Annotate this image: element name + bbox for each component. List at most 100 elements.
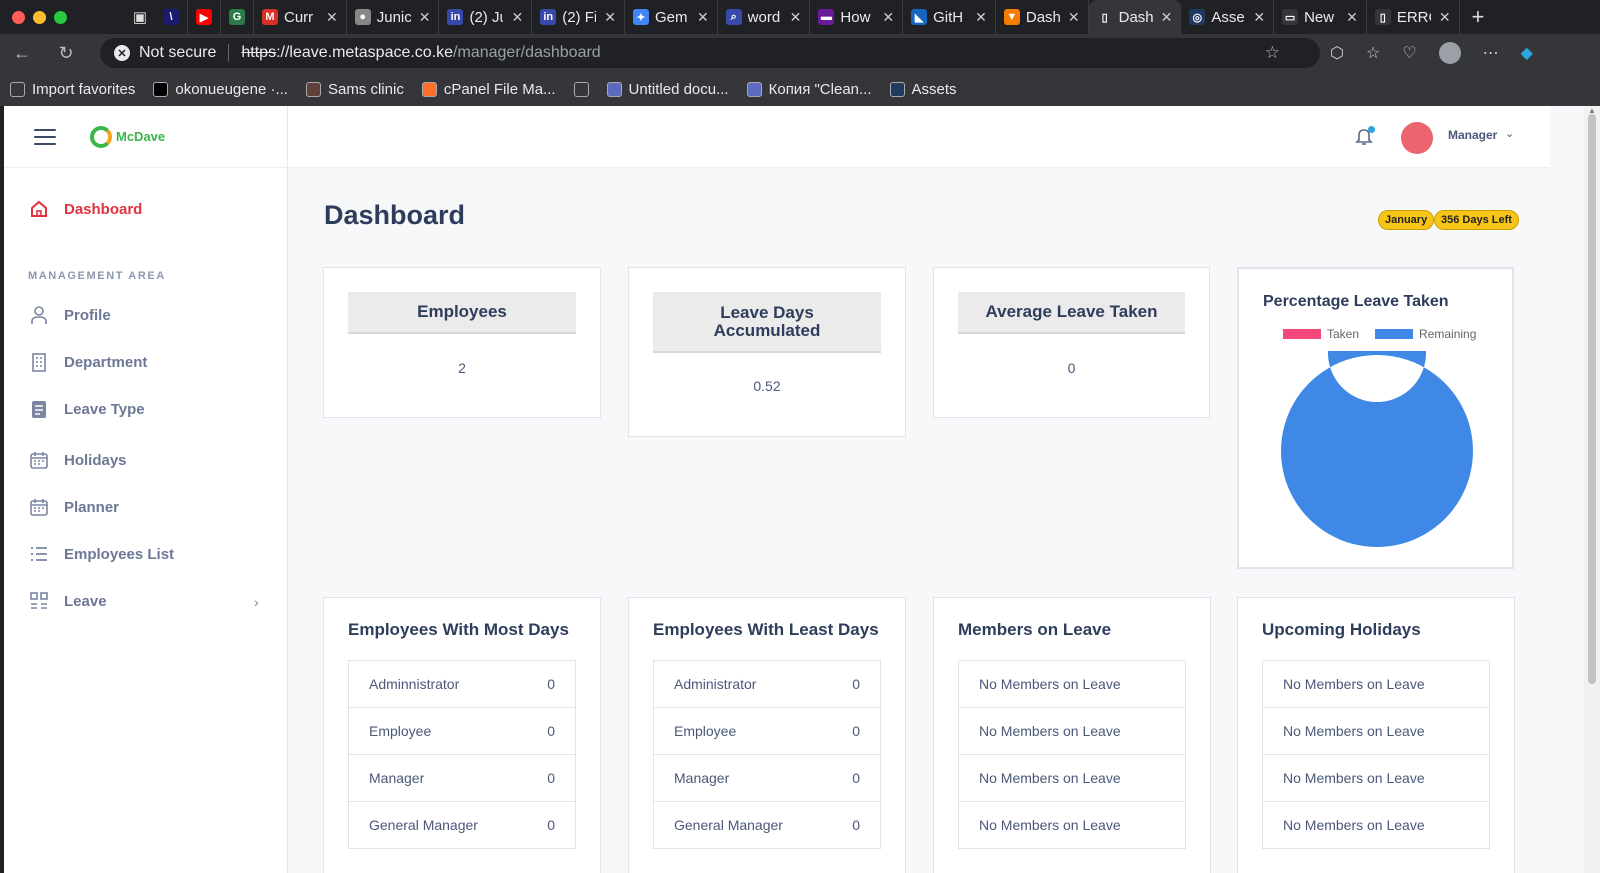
month-badge: January xyxy=(1378,210,1435,230)
copilot-icon[interactable]: ◆ xyxy=(1521,43,1533,63)
page-scrollbar[interactable]: ▲ xyxy=(1584,106,1600,873)
browser-tab[interactable]: G xyxy=(221,0,254,34)
profile-avatar[interactable] xyxy=(1438,42,1461,64)
minimize-window-button[interactable] xyxy=(33,10,46,24)
list-item: No Members on Leave xyxy=(1263,708,1489,755)
bookmark-item[interactable]: Import favorites xyxy=(10,81,135,98)
menu-toggle-icon[interactable] xyxy=(34,128,56,145)
brand-logo[interactable]: McDave xyxy=(90,125,166,148)
tab-close-icon[interactable]: ✕ xyxy=(790,9,802,26)
tab-close-icon[interactable]: ✕ xyxy=(1346,9,1358,26)
bookmark-item[interactable]: Sams clinic xyxy=(305,81,404,98)
bookmark-icon xyxy=(889,81,905,97)
not-secure-label[interactable]: Not secure xyxy=(139,44,216,62)
brand-name: McDave xyxy=(116,129,166,144)
back-button[interactable]: ← xyxy=(0,43,44,64)
tab-close-icon[interactable]: ✕ xyxy=(1161,9,1173,26)
bookmark-item[interactable]: okonueugene ·... xyxy=(153,81,288,98)
browser-tab[interactable]: ▶ xyxy=(188,0,221,34)
sidebar-item-label: Employees List xyxy=(64,545,175,563)
tab-close-icon[interactable]: ✕ xyxy=(419,9,431,26)
address-bar[interactable]: ✕ Not secure https://leave.metaspace.co.… xyxy=(100,38,1320,68)
sidebar-item-label: Holidays xyxy=(64,451,127,469)
browser-tab[interactable]: ▼ Dash ✕ xyxy=(996,0,1089,34)
bookmark-item[interactable] xyxy=(573,81,589,97)
list-item: No Members on Leave xyxy=(959,755,1185,802)
list-item: Employee 0 xyxy=(349,708,575,755)
browser-tab[interactable]: ⌕ word ✕ xyxy=(718,0,811,34)
tab-close-icon[interactable]: ✕ xyxy=(975,9,987,26)
user-avatar[interactable] xyxy=(1401,122,1433,154)
legend-label-taken[interactable]: Taken xyxy=(1327,327,1359,341)
browser-tab[interactable]: ▯ Dash ✕ xyxy=(1088,0,1182,34)
bookmark-label: okonueugene ·... xyxy=(175,80,288,98)
browser-tab[interactable]: ▭ New ✕ xyxy=(1274,0,1367,34)
sidebar-item-leave-type[interactable]: Leave Type xyxy=(28,394,145,424)
tab-close-icon[interactable]: ✕ xyxy=(604,9,616,26)
list-icon xyxy=(28,543,50,565)
bookmark-item[interactable]: Untitled docu... xyxy=(606,81,729,98)
browser-tab[interactable]: ▬ How ✕ xyxy=(810,0,904,34)
browser-tab[interactable]: ◣ GitH ✕ xyxy=(903,0,996,34)
list-card-title: Employees With Least Days xyxy=(653,620,879,639)
browser-tab[interactable]: in (2) Fi ✕ xyxy=(532,0,625,34)
sidebar-item-department[interactable]: Department xyxy=(28,347,147,377)
bookmark-label: Копия "Clean... xyxy=(768,80,872,98)
bookmark-icon xyxy=(421,81,437,97)
stat-card-leave-days: Leave Days Accumulated 0.52 xyxy=(628,267,906,437)
browser-tab[interactable]: ◎ Asse ✕ xyxy=(1181,0,1275,34)
tab-close-icon[interactable]: ✕ xyxy=(1068,9,1080,26)
browser-tab[interactable]: ✦ Gem ✕ xyxy=(625,0,718,34)
browser-tab[interactable]: \ xyxy=(155,0,188,34)
page-title: Dashboard xyxy=(324,200,466,230)
logo-mark-icon xyxy=(90,125,112,148)
tab-favicon-icon: ▶ xyxy=(196,9,212,25)
bookmark-item[interactable]: cPanel File Ma... xyxy=(421,80,556,98)
list-item-label: No Members on Leave xyxy=(979,770,1121,786)
calendar-icon xyxy=(28,496,50,518)
browser-tab[interactable]: in (2) Ju ✕ xyxy=(439,0,533,34)
bookmark-star-icon[interactable]: ☆ xyxy=(1265,43,1280,63)
sidebar-item-leave[interactable]: Leave xyxy=(28,586,107,616)
sidebar-item-holidays[interactable]: Holidays xyxy=(28,445,127,475)
list-item-label: Manager xyxy=(674,770,730,786)
reload-button[interactable]: ↻ xyxy=(44,43,88,64)
sidebar-item-profile[interactable]: Profile xyxy=(28,300,111,330)
bookmark-label: cPanel File Ma... xyxy=(443,80,556,98)
list-item: No Members on Leave xyxy=(959,708,1185,755)
scrollbar-thumb[interactable] xyxy=(1588,114,1596,684)
browser-tab[interactable]: ▯ ERRC ✕ xyxy=(1367,0,1460,34)
browser-tab[interactable]: M Curr ✕ xyxy=(254,0,347,34)
tab-actions-icon[interactable]: ▣ xyxy=(125,8,155,26)
list-item-value: 0 xyxy=(547,723,555,739)
user-menu-label[interactable]: Manager xyxy=(1448,128,1497,142)
sidebar-item-dashboard[interactable]: Dashboard xyxy=(28,194,142,224)
home-icon xyxy=(28,198,50,220)
list-card-title: Employees With Most Days xyxy=(348,620,569,639)
tab-close-icon[interactable]: ✕ xyxy=(882,9,894,26)
stat-card-title: Employees xyxy=(348,292,576,334)
new-tab-button[interactable]: + xyxy=(1460,4,1485,30)
legend-label-remaining[interactable]: Remaining xyxy=(1419,327,1476,341)
chevron-right-icon[interactable]: › xyxy=(254,594,259,610)
more-menu-icon[interactable]: ⋯ xyxy=(1483,43,1499,63)
tab-close-icon[interactable]: ✕ xyxy=(326,9,338,26)
tab-close-icon[interactable]: ✕ xyxy=(511,9,523,26)
sidebar-item-employees-list[interactable]: Employees List xyxy=(28,539,174,569)
bookmark-item[interactable]: Assets xyxy=(889,81,957,98)
list-item-value: 0 xyxy=(852,676,860,692)
tab-close-icon[interactable]: ✕ xyxy=(1253,9,1265,26)
favorites-icon[interactable]: ☆ xyxy=(1366,43,1380,63)
sidebar-item-planner[interactable]: Planner xyxy=(28,492,119,522)
tab-title: word xyxy=(747,8,781,26)
chevron-down-icon[interactable]: ⌄ xyxy=(1505,127,1514,140)
extensions-icon[interactable]: ⬡ xyxy=(1330,43,1344,63)
tab-close-icon[interactable]: ✕ xyxy=(697,9,709,26)
maximize-window-button[interactable] xyxy=(54,10,67,24)
close-window-button[interactable] xyxy=(12,10,25,24)
bookmark-item[interactable]: Копия "Clean... xyxy=(746,80,872,98)
browser-tab[interactable]: ● Junic ✕ xyxy=(347,0,440,34)
url-text[interactable]: https://leave.metaspace.co.ke/manager/da… xyxy=(241,44,600,62)
browser-essentials-icon[interactable]: ♡ xyxy=(1402,43,1416,63)
tab-close-icon[interactable]: ✕ xyxy=(1439,9,1451,26)
